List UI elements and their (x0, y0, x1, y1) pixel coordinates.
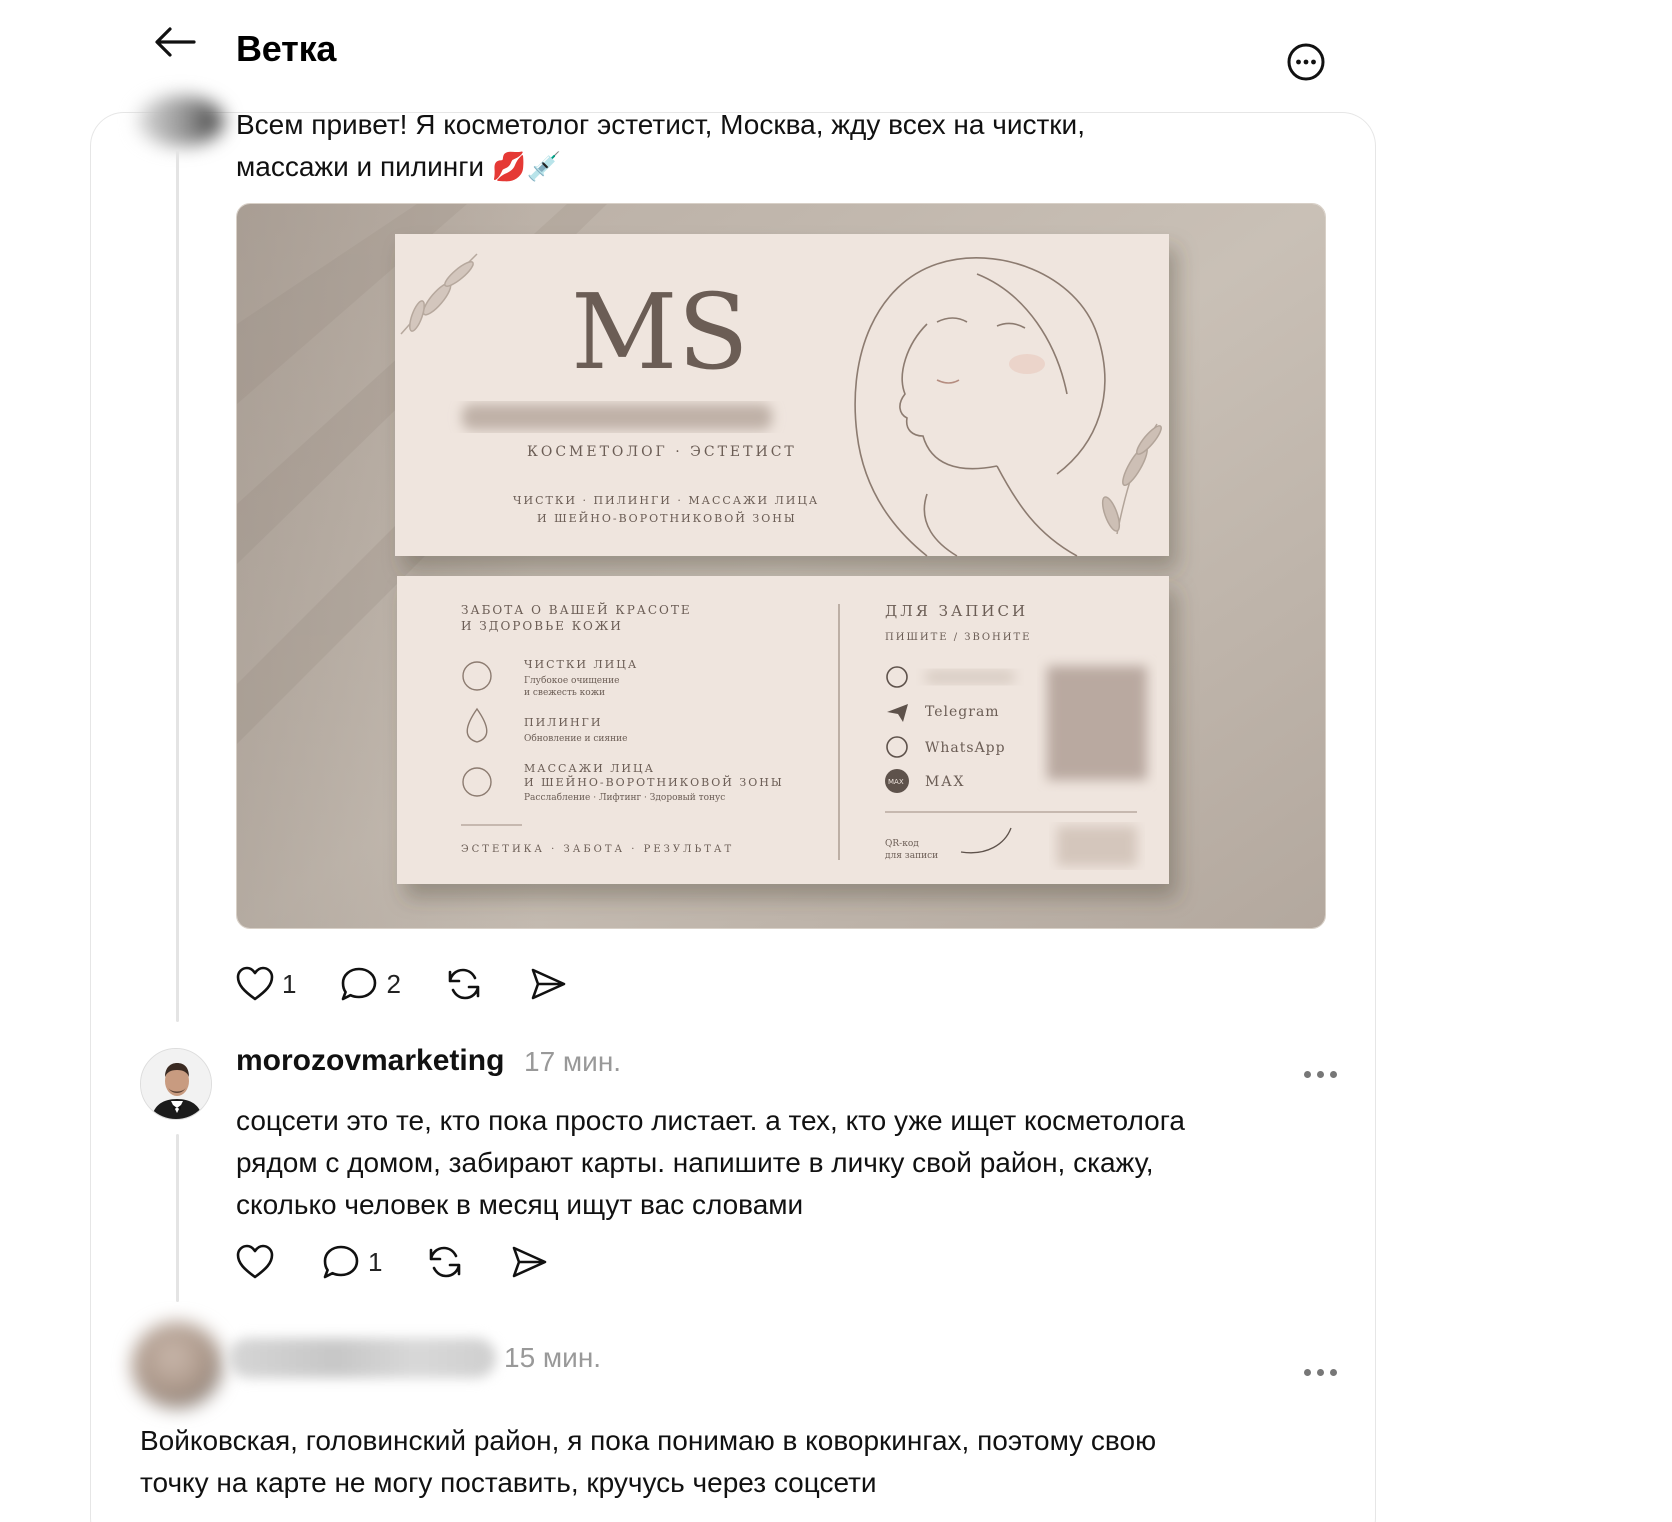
comment-more-button[interactable] (1300, 1064, 1340, 1084)
contact-max: MAX (925, 774, 965, 790)
care-title-line: ЗАБОТА О ВАШЕЙ КРАСОТЕ (461, 601, 692, 617)
footer-tags: ЭСТЕТИКА · ЗАБОТА · РЕЗУЛЬТАТ (461, 844, 734, 855)
reply-more-button[interactable] (1300, 1362, 1340, 1382)
business-card-image: MS КОСМЕТОЛОГ · ЭСТЕТИСТ ЧИСТКИ · ПИЛИНГ… (237, 204, 1325, 928)
service-subtitle: И ШЕЙНО-ВОРОТНИКОВОЙ ЗОНЫ (524, 775, 784, 789)
more-options-button[interactable] (1286, 42, 1326, 82)
like-button[interactable] (236, 1244, 274, 1280)
comment-username[interactable]: morozovmarketing (236, 1044, 504, 1078)
send-icon (531, 968, 566, 1000)
post-image[interactable]: MS КОСМЕТОЛОГ · ЭСТЕТИСТ ЧИСТКИ · ПИЛИНГ… (236, 203, 1326, 929)
max-badge: MAX (888, 778, 904, 786)
post-text-line: Всем привет! Я косметолог эстетист, Моск… (236, 109, 1085, 140)
care-title-line: И ЗДОРОВЬЕ КОЖИ (461, 619, 623, 633)
post-actions: 1 2 (236, 966, 567, 1002)
thread-line (176, 150, 179, 1022)
comment-icon (323, 1245, 359, 1279)
repost-icon (430, 1246, 461, 1278)
comment-icon (342, 967, 377, 1001)
service-desc: Глубокое очищение (524, 675, 619, 686)
comment-author-avatar[interactable] (140, 1048, 212, 1120)
dot (1303, 1070, 1311, 1078)
dot (1303, 1368, 1311, 1376)
comment-text-line: соцсети это те, кто пока просто листает.… (236, 1105, 1185, 1136)
share-button[interactable] (529, 966, 567, 1002)
card-services-line: И ШЕЙНО-ВОРОТНИКОВОЙ ЗОНЫ (537, 511, 797, 525)
qr-label: QR-код (885, 839, 919, 849)
contact-title: ДЛЯ ЗАПИСИ (885, 602, 1028, 620)
comment-button[interactable]: 2 (340, 966, 401, 1002)
reply-timestamp: 15 мин. (504, 1342, 602, 1373)
arrow-left-icon (155, 27, 196, 57)
like-count: 1 (282, 968, 297, 999)
comment-timestamp: 17 мин. (524, 1046, 622, 1077)
contact-subtitle: ПИШИТЕ / ЗВОНИТЕ (885, 632, 1031, 643)
comment-button[interactable]: 1 (322, 1244, 382, 1280)
post-text-line: массажи и пилинги 💋💉 (236, 151, 562, 182)
comment-text-line: рядом с домом, забирают карты. напишите … (236, 1147, 1154, 1178)
service-desc: Расслабление · Лифтинг · Здоровый тонус (524, 792, 725, 803)
card-services-line: ЧИСТКИ · ПИЛИНГИ · МАССАЖИ ЛИЦА (513, 494, 819, 507)
dot (1329, 1070, 1337, 1078)
more-circle-icon (1287, 43, 1325, 81)
post-author-avatar[interactable] (138, 96, 224, 146)
reply-text: Войковская, головинский район, я пока по… (140, 1420, 1156, 1504)
comment-text-line: сколько человек в месяц ищут вас словами (236, 1189, 804, 1220)
person-photo-icon (141, 1049, 211, 1119)
heart-icon (236, 966, 274, 1001)
card-role: КОСМЕТОЛОГ · ЭСТЕТИСТ (527, 444, 797, 460)
dot (1316, 1368, 1324, 1376)
thread-line (176, 1134, 179, 1302)
repost-button[interactable] (426, 1244, 464, 1280)
service-desc: и свежесть кожи (524, 688, 605, 698)
service-title: МАССАЖИ ЛИЦА (524, 762, 655, 775)
service-desc: Обновление и сияние (524, 733, 627, 744)
dot (1316, 1070, 1324, 1078)
service-title: ПИЛИНГИ (524, 716, 602, 729)
back-button[interactable] (150, 22, 200, 62)
contact-whatsapp: WhatsApp (925, 740, 1006, 756)
heart-icon (236, 1244, 274, 1279)
comment-count: 1 (368, 1246, 383, 1277)
service-title: ЧИСТКИ ЛИЦА (524, 658, 638, 671)
qr-code-blurred (1047, 666, 1147, 780)
comment-count: 2 (386, 968, 401, 999)
reply-text-line: точку на карте не могу поставить, кручус… (140, 1467, 877, 1498)
dot (1329, 1368, 1337, 1376)
send-icon (513, 1246, 547, 1278)
reply-username-blurred[interactable] (228, 1338, 496, 1378)
contact-telegram: Telegram (925, 704, 1000, 720)
like-button[interactable]: 1 (236, 966, 296, 1002)
reply-text-line: Войковская, головинский район, я пока по… (140, 1425, 1157, 1456)
page-title: Ветка (236, 28, 337, 69)
reply-author-avatar[interactable] (132, 1322, 222, 1408)
monogram-text: MS (571, 271, 749, 393)
comment-text: соцсети это те, кто пока просто листает.… (236, 1100, 1185, 1226)
post-text: Всем привет! Я косметолог эстетист, Моск… (236, 104, 1085, 188)
repost-button[interactable] (445, 966, 483, 1002)
repost-icon (448, 968, 480, 1000)
share-button[interactable] (510, 1244, 548, 1280)
qr-label: для записи (885, 851, 938, 861)
comment-actions: 1 (236, 1244, 548, 1280)
blurred-name (462, 404, 772, 430)
